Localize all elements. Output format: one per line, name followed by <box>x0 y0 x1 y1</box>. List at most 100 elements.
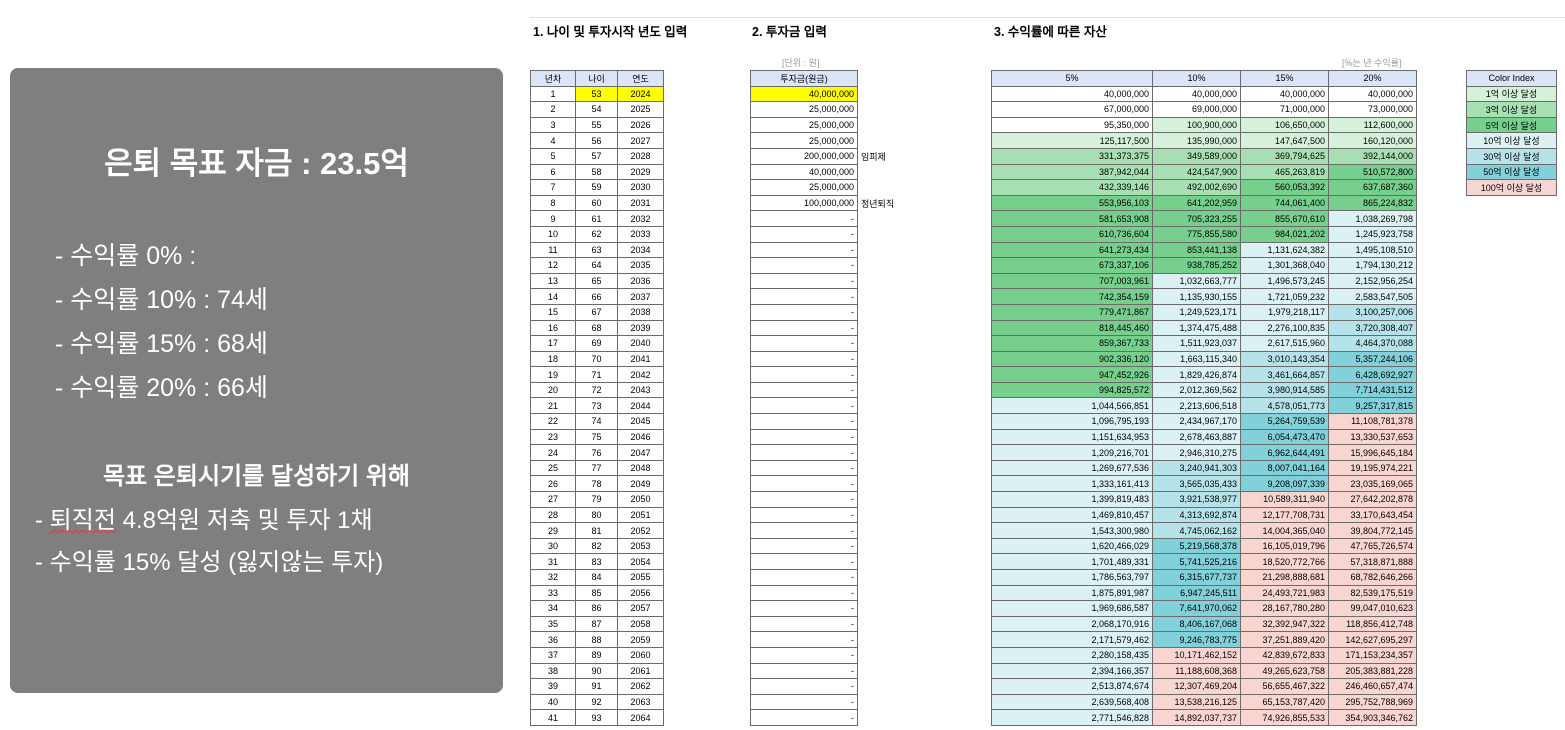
age-cell[interactable]: 88 <box>575 631 618 648</box>
principal-cell[interactable]: - <box>750 319 858 337</box>
year-index-cell[interactable]: 23 <box>530 428 576 446</box>
year-cell[interactable]: 2025 <box>617 101 664 118</box>
asset-cell-20pct[interactable]: 205,383,881,228 <box>1328 662 1417 680</box>
asset-cell-10pct[interactable]: 40,000,000 <box>1152 85 1241 103</box>
asset-cell-10pct[interactable]: 4,745,062,162 <box>1152 522 1241 539</box>
age-cell[interactable]: 81 <box>575 522 618 539</box>
principal-cell[interactable]: 25,000,000 <box>750 132 858 149</box>
year-index-cell[interactable]: 14 <box>530 288 576 305</box>
age-cell[interactable]: 55 <box>575 116 618 134</box>
year-cell[interactable]: 2050 <box>617 491 664 508</box>
asset-cell-10pct[interactable]: 2,434,967,170 <box>1152 413 1241 430</box>
asset-cell-10pct[interactable]: 492,002,690 <box>1152 179 1241 196</box>
asset-cell-5pct[interactable]: 2,280,158,435 <box>991 646 1153 664</box>
year-cell[interactable]: 2046 <box>617 428 664 446</box>
age-cell[interactable]: 87 <box>575 615 618 633</box>
year-cell[interactable]: 2045 <box>617 413 664 430</box>
principal-cell[interactable]: - <box>750 709 858 726</box>
year-index-cell[interactable]: 13 <box>530 272 576 290</box>
age-cell[interactable]: 62 <box>575 225 618 243</box>
asset-cell-15pct[interactable]: 21,298,888,681 <box>1240 569 1329 586</box>
asset-cell-5pct[interactable]: 779,471,867 <box>991 303 1153 321</box>
age-cell[interactable]: 56 <box>575 132 618 149</box>
year-cell[interactable]: 2052 <box>617 522 664 539</box>
asset-cell-10pct[interactable]: 2,012,369,562 <box>1152 381 1241 399</box>
principal-cell[interactable]: - <box>750 288 858 305</box>
age-cell[interactable]: 58 <box>575 163 618 181</box>
asset-cell-5pct[interactable]: 67,000,000 <box>991 101 1153 118</box>
asset-cell-10pct[interactable]: 424,547,900 <box>1152 163 1241 181</box>
principal-cell[interactable]: - <box>750 335 858 352</box>
age-cell[interactable]: 72 <box>575 381 618 399</box>
asset-cell-5pct[interactable]: 742,354,159 <box>991 288 1153 305</box>
asset-cell-10pct[interactable]: 3,565,035,433 <box>1152 475 1241 493</box>
principal-cell[interactable]: - <box>750 522 858 539</box>
year-cell[interactable]: 2064 <box>617 709 664 726</box>
year-cell[interactable]: 2032 <box>617 210 664 227</box>
principal-cell[interactable]: - <box>750 506 858 524</box>
principal-cell[interactable]: - <box>750 366 858 383</box>
year-index-cell[interactable]: 25 <box>530 459 576 477</box>
asset-cell-15pct[interactable]: 560,053,392 <box>1240 179 1329 196</box>
asset-cell-20pct[interactable]: 142,627,695,297 <box>1328 631 1417 648</box>
asset-cell-5pct[interactable]: 1,151,634,953 <box>991 428 1153 446</box>
year-index-cell[interactable]: 4 <box>530 132 576 149</box>
principal-cell[interactable]: 100,000,000 <box>750 194 858 212</box>
year-cell[interactable]: 2042 <box>617 366 664 383</box>
asset-cell-20pct[interactable]: 118,856,412,748 <box>1328 615 1417 633</box>
year-cell[interactable]: 2061 <box>617 662 664 680</box>
asset-cell-5pct[interactable]: 859,367,733 <box>991 335 1153 352</box>
asset-cell-15pct[interactable]: 9,208,097,339 <box>1240 475 1329 493</box>
asset-cell-20pct[interactable]: 33,170,643,454 <box>1328 506 1417 524</box>
principal-cell[interactable]: 200,000,000 <box>750 147 858 165</box>
asset-cell-15pct[interactable]: 18,520,772,766 <box>1240 553 1329 570</box>
year-index-cell[interactable]: 11 <box>530 241 576 259</box>
asset-cell-15pct[interactable]: 1,721,059,232 <box>1240 288 1329 305</box>
age-cell[interactable]: 57 <box>575 147 618 165</box>
asset-cell-10pct[interactable]: 5,741,525,216 <box>1152 553 1241 570</box>
age-cell[interactable]: 67 <box>575 303 618 321</box>
asset-cell-15pct[interactable]: 2,617,515,960 <box>1240 335 1329 352</box>
asset-cell-5pct[interactable]: 994,825,572 <box>991 381 1153 399</box>
asset-cell-5pct[interactable]: 95,350,000 <box>991 116 1153 134</box>
age-cell[interactable]: 60 <box>575 194 618 212</box>
asset-cell-5pct[interactable]: 387,942,044 <box>991 163 1153 181</box>
year-cell[interactable]: 2044 <box>617 397 664 415</box>
year-cell[interactable]: 2062 <box>617 678 664 695</box>
age-cell[interactable]: 71 <box>575 366 618 383</box>
year-cell[interactable]: 2049 <box>617 475 664 493</box>
year-cell[interactable]: 2037 <box>617 288 664 305</box>
age-cell[interactable]: 80 <box>575 506 618 524</box>
asset-cell-5pct[interactable]: 1,875,891,987 <box>991 584 1153 602</box>
asset-cell-15pct[interactable]: 5,264,759,539 <box>1240 413 1329 430</box>
age-cell[interactable]: 83 <box>575 553 618 570</box>
asset-cell-15pct[interactable]: 6,054,473,470 <box>1240 428 1329 446</box>
age-cell[interactable]: 54 <box>575 101 618 118</box>
year-cell[interactable]: 2027 <box>617 132 664 149</box>
asset-cell-20pct[interactable]: 40,000,000 <box>1328 85 1417 103</box>
asset-cell-5pct[interactable]: 1,469,810,457 <box>991 506 1153 524</box>
asset-cell-10pct[interactable]: 1,032,663,777 <box>1152 272 1241 290</box>
asset-cell-5pct[interactable]: 1,269,677,536 <box>991 459 1153 477</box>
asset-cell-20pct[interactable]: 39,804,772,145 <box>1328 522 1417 539</box>
age-cell[interactable]: 74 <box>575 413 618 430</box>
principal-cell[interactable]: 40,000,000 <box>750 85 858 103</box>
age-cell[interactable]: 79 <box>575 491 618 508</box>
asset-cell-10pct[interactable]: 69,000,000 <box>1152 101 1241 118</box>
asset-cell-15pct[interactable]: 14,004,365,040 <box>1240 522 1329 539</box>
asset-cell-15pct[interactable]: 24,493,721,983 <box>1240 584 1329 602</box>
year-cell[interactable]: 2040 <box>617 335 664 352</box>
principal-cell[interactable]: - <box>750 631 858 648</box>
year-index-cell[interactable]: 33 <box>530 584 576 602</box>
asset-cell-10pct[interactable]: 1,374,475,488 <box>1152 319 1241 337</box>
asset-cell-5pct[interactable]: 40,000,000 <box>991 85 1153 103</box>
principal-cell[interactable]: - <box>750 584 858 602</box>
year-cell[interactable]: 2033 <box>617 225 664 243</box>
asset-cell-10pct[interactable]: 3,921,538,977 <box>1152 491 1241 508</box>
asset-cell-15pct[interactable]: 12,177,708,731 <box>1240 506 1329 524</box>
asset-cell-5pct[interactable]: 581,653,908 <box>991 210 1153 227</box>
asset-cell-20pct[interactable]: 15,996,645,184 <box>1328 444 1417 461</box>
asset-cell-10pct[interactable]: 4,313,692,874 <box>1152 506 1241 524</box>
year-cell[interactable]: 2026 <box>617 116 664 134</box>
year-cell[interactable]: 2056 <box>617 584 664 602</box>
